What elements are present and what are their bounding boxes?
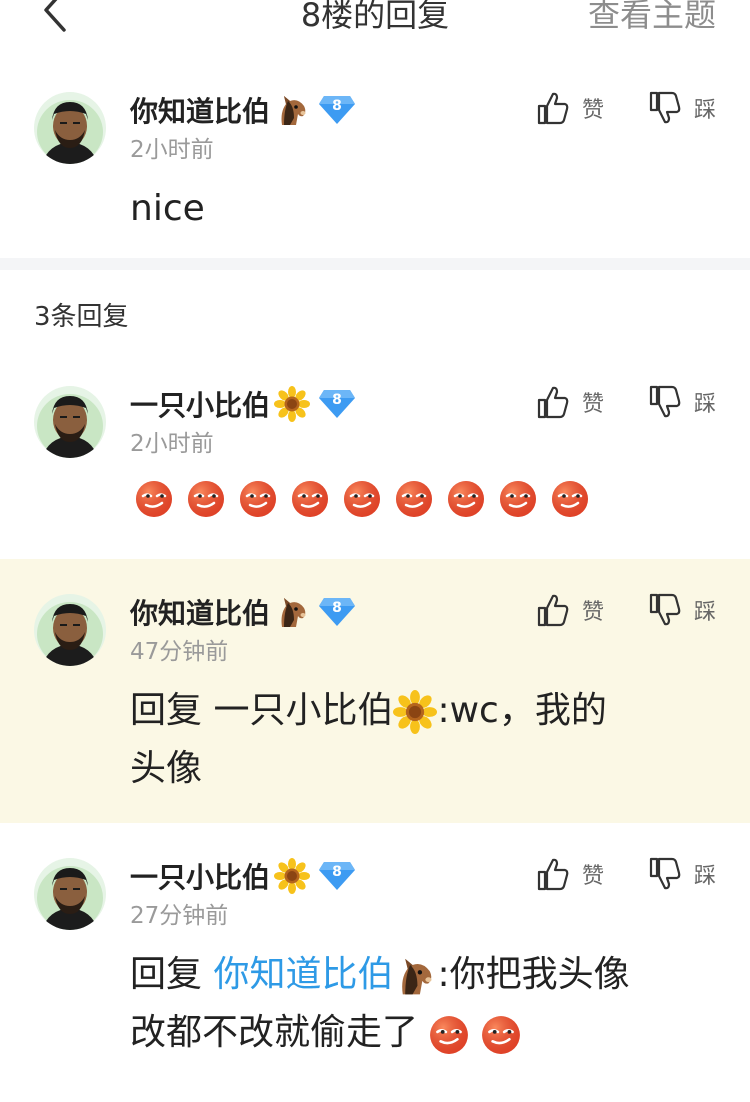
smirk-face-emoji <box>446 478 486 518</box>
smirk-face-emoji <box>480 1013 522 1055</box>
vote-actions: 赞 踩 <box>492 592 716 628</box>
reply-text-line2: 改都不改就偷走了 <box>130 1012 419 1053</box>
smirk-face-emoji <box>134 478 174 518</box>
avatar[interactable] <box>34 92 106 164</box>
vote-actions: 赞 踩 <box>492 856 716 892</box>
dislike-button[interactable]: 踩 <box>648 90 716 126</box>
avatar[interactable] <box>34 594 106 666</box>
smirk-face-emoji <box>428 1013 470 1055</box>
top-nav-bar: 8楼的回复 查看主题 <box>0 0 750 40</box>
like-button[interactable]: 赞 <box>536 90 604 126</box>
like-label: 赞 <box>581 864 604 889</box>
reply-text-line1: :wc，我的 <box>437 690 607 731</box>
like-button[interactable]: 赞 <box>536 592 604 628</box>
thumbs-up-icon <box>536 90 570 126</box>
like-button[interactable]: 赞 <box>536 384 604 420</box>
smirk-face-emoji <box>342 478 382 518</box>
smirk-face-emoji <box>550 478 590 518</box>
reply-prefix: 回复 <box>130 954 214 995</box>
reply-text-line2: 头像 <box>130 748 203 789</box>
comment-text: nice <box>130 188 205 229</box>
username[interactable]: 一只小比伯 <box>130 384 270 424</box>
horse-face-icon <box>274 92 310 128</box>
comment-text: 回复 一只小比伯 :wc，我的 头像 <box>130 682 710 798</box>
avatar[interactable] <box>34 858 106 930</box>
dislike-button[interactable]: 踩 <box>648 856 716 892</box>
smirk-face-emoji <box>290 478 330 518</box>
reply-target[interactable]: 你知道比伯 <box>213 954 393 995</box>
level-number: 8 <box>332 864 342 880</box>
horse-face-icon <box>393 954 437 998</box>
thumbs-up-icon <box>536 384 570 420</box>
level-badge: 8 <box>318 596 356 628</box>
view-topic-link[interactable]: 查看主题 <box>588 0 716 36</box>
inline-emoji-group <box>418 1012 522 1053</box>
horse-face-icon <box>274 594 310 630</box>
timestamp: 47分钟前 <box>130 639 229 665</box>
dislike-button[interactable]: 踩 <box>648 384 716 420</box>
thumbs-down-icon <box>648 592 682 628</box>
thumbs-up-icon <box>536 856 570 892</box>
thumbs-down-icon <box>648 856 682 892</box>
username[interactable]: 一只小比伯 <box>130 856 270 896</box>
timestamp: 2小时前 <box>130 431 214 457</box>
like-label: 赞 <box>581 600 604 625</box>
sunflower-icon <box>274 386 310 422</box>
level-badge: 8 <box>318 388 356 420</box>
vote-actions: 赞 踩 <box>492 90 716 126</box>
reply-prefix: 回复 <box>130 690 214 731</box>
timestamp: 27分钟前 <box>130 903 229 929</box>
username-row: 一只小比伯 8 <box>130 858 356 894</box>
level-number: 8 <box>332 392 342 408</box>
thumbs-up-icon <box>536 592 570 628</box>
username[interactable]: 你知道比伯 <box>130 592 270 632</box>
thumbs-down-icon <box>648 384 682 420</box>
level-badge: 8 <box>318 94 356 126</box>
emoji-row <box>134 478 602 518</box>
dislike-label: 踩 <box>693 864 716 889</box>
like-label: 赞 <box>581 98 604 123</box>
dislike-button[interactable]: 踩 <box>648 592 716 628</box>
like-label: 赞 <box>581 392 604 417</box>
vote-actions: 赞 踩 <box>492 384 716 420</box>
timestamp: 2小时前 <box>130 137 214 163</box>
dislike-label: 踩 <box>693 98 716 123</box>
avatar[interactable] <box>34 386 106 458</box>
username-row: 你知道比伯 8 <box>130 594 356 630</box>
smirk-face-emoji <box>186 478 226 518</box>
reply-target[interactable]: 一只小比伯 <box>213 690 393 731</box>
reply-count: 3条回复 <box>34 302 129 332</box>
smirk-face-emoji <box>498 478 538 518</box>
level-badge: 8 <box>318 860 356 892</box>
smirk-face-emoji <box>394 478 434 518</box>
level-number: 8 <box>332 600 342 616</box>
dislike-label: 踩 <box>693 600 716 625</box>
reply-text-line1: :你把我头像 <box>437 954 630 995</box>
username-row: 一只小比伯 8 <box>130 386 356 422</box>
sunflower-icon <box>393 690 437 734</box>
dislike-label: 踩 <box>693 392 716 417</box>
username-row: 你知道比伯 8 <box>130 92 356 128</box>
sunflower-icon <box>274 858 310 894</box>
like-button[interactable]: 赞 <box>536 856 604 892</box>
smirk-face-emoji <box>238 478 278 518</box>
comment-text: 回复 你知道比伯 :你把我头像 改都不改就偷走了 <box>130 946 710 1062</box>
section-divider <box>0 258 750 270</box>
username[interactable]: 你知道比伯 <box>130 90 270 130</box>
thumbs-down-icon <box>648 90 682 126</box>
level-number: 8 <box>332 98 342 114</box>
